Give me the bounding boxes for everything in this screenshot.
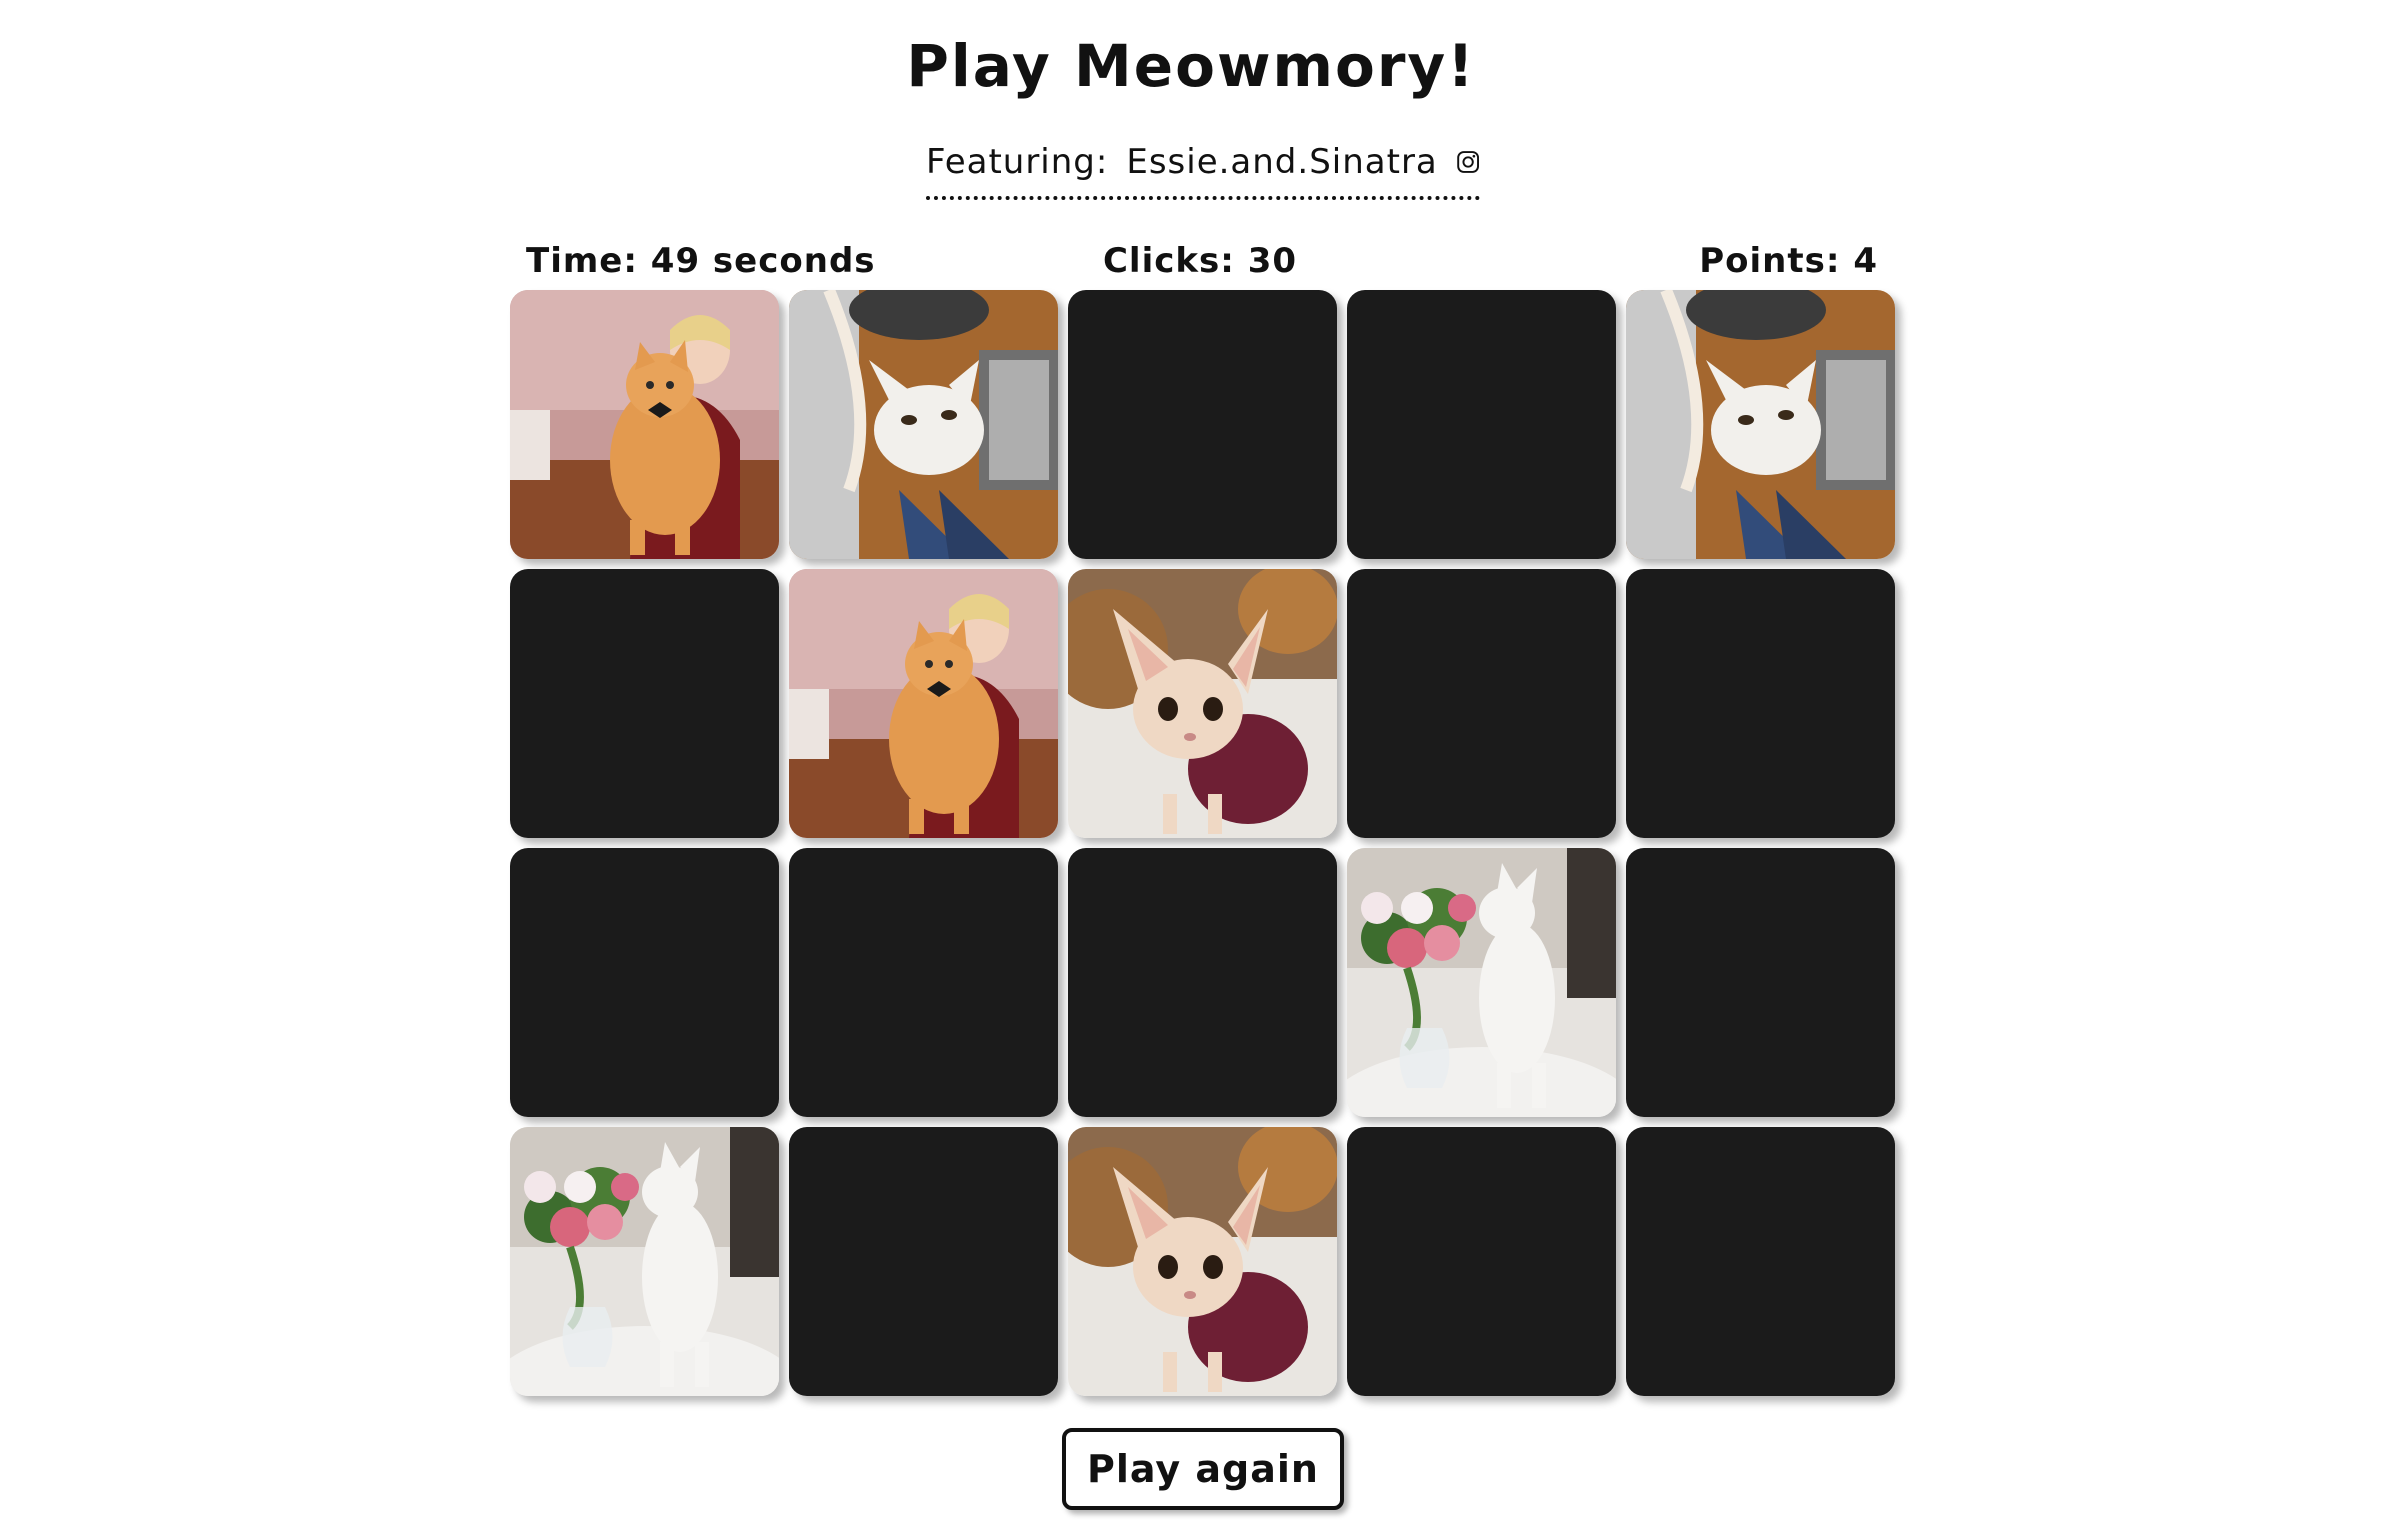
time-label: Time:: [526, 241, 638, 281]
card-revealed[interactable]: [1068, 569, 1337, 838]
game-board: [510, 290, 1896, 1400]
cat-photo: [1068, 1127, 1337, 1396]
card-hidden[interactable]: [1068, 848, 1337, 1117]
cat-photo: [789, 290, 1058, 559]
cat-photo: [510, 1127, 779, 1396]
time-value: 49 seconds: [650, 241, 876, 281]
card-revealed[interactable]: [510, 290, 779, 559]
card-hidden[interactable]: [1626, 569, 1895, 838]
featuring-account: Essie.and.Sinatra: [1126, 142, 1438, 182]
clicks-value: 30: [1247, 241, 1298, 281]
points-label: Points:: [1699, 241, 1841, 281]
instagram-icon: [1457, 151, 1479, 173]
card-revealed[interactable]: [1626, 290, 1895, 559]
card-revealed[interactable]: [789, 290, 1058, 559]
card-hidden[interactable]: [1347, 569, 1616, 838]
points-value: 4: [1853, 241, 1878, 281]
card-hidden[interactable]: [510, 848, 779, 1117]
card-revealed[interactable]: [1068, 1127, 1337, 1396]
play-again-button[interactable]: Play again: [1062, 1428, 1344, 1510]
card-hidden[interactable]: [1626, 1127, 1895, 1396]
card-revealed[interactable]: [1347, 848, 1616, 1117]
card-hidden[interactable]: [510, 569, 779, 838]
card-hidden[interactable]: [1347, 1127, 1616, 1396]
cat-photo: [1068, 569, 1337, 838]
featuring-label: Featuring:: [926, 142, 1109, 182]
clicks-stat: Clicks: 30: [1000, 236, 1400, 286]
card-hidden[interactable]: [1347, 290, 1616, 559]
page-title: Play Meowmory!: [906, 32, 1476, 100]
cat-photo: [510, 290, 779, 559]
featuring-link[interactable]: Featuring: Essie.and.Sinatra: [926, 134, 1480, 200]
card-hidden[interactable]: [1626, 848, 1895, 1117]
time-stat: Time: 49 seconds: [526, 236, 876, 286]
card-revealed[interactable]: [789, 569, 1058, 838]
card-hidden[interactable]: [789, 1127, 1058, 1396]
card-hidden[interactable]: [789, 848, 1058, 1117]
clicks-label: Clicks:: [1102, 241, 1235, 281]
cat-photo: [789, 569, 1058, 838]
cat-photo: [1347, 848, 1616, 1117]
card-revealed[interactable]: [510, 1127, 779, 1396]
card-hidden[interactable]: [1068, 290, 1337, 559]
cat-photo: [1626, 290, 1895, 559]
points-stat: Points: 4: [1600, 236, 1878, 286]
